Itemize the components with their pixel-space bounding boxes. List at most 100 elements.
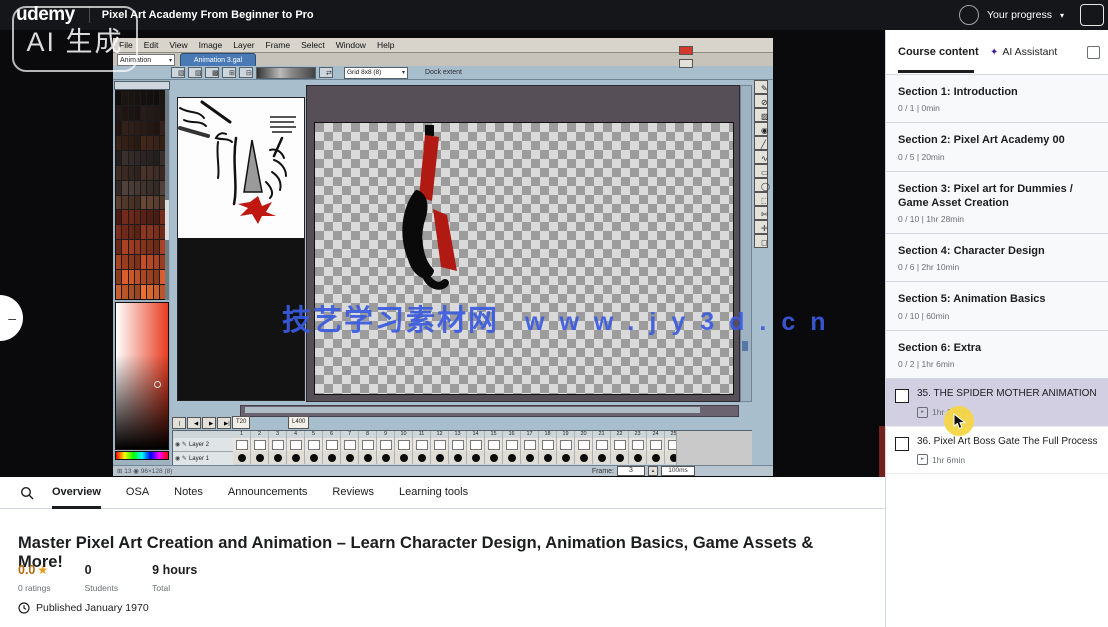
palette-swatch[interactable] <box>129 136 134 150</box>
keyframe-cell[interactable] <box>323 451 341 464</box>
palette-swatch[interactable] <box>122 210 127 224</box>
palette-swatch[interactable] <box>154 255 159 269</box>
frame-duration-input[interactable]: 100ms <box>661 466 695 476</box>
keyframe-cell[interactable] <box>287 451 305 464</box>
palette-swatch[interactable] <box>135 240 140 254</box>
palette-swatch[interactable] <box>147 151 152 165</box>
keyframe-cell[interactable] <box>341 451 359 464</box>
palette-swatch[interactable] <box>147 91 152 105</box>
palette-swatch[interactable] <box>141 255 146 269</box>
palette-swatch[interactable] <box>129 151 134 165</box>
collapse-sidebar-icon[interactable] <box>1087 46 1100 59</box>
detail-tab[interactable]: Announcements <box>228 486 308 500</box>
section-row[interactable]: Section 2: Pixel Art Academy 00 0 / 5 | … <box>886 123 1108 171</box>
palette-swatch[interactable] <box>129 196 134 210</box>
app-menu-item[interactable]: Frame <box>266 40 291 50</box>
keyframe-cell[interactable] <box>413 451 431 464</box>
palette-swatch[interactable] <box>147 225 152 239</box>
palette-swatch[interactable] <box>154 166 159 180</box>
frame-cell[interactable] <box>629 438 647 452</box>
frame-cell[interactable] <box>449 438 467 452</box>
palette-swatch[interactable] <box>122 151 127 165</box>
palette-swatch[interactable] <box>135 166 140 180</box>
keyframe-cell[interactable] <box>575 451 593 464</box>
palette-swatch[interactable] <box>154 196 159 210</box>
frame-cell[interactable] <box>611 438 629 452</box>
palette-swatch[interactable] <box>135 121 140 135</box>
app-menu-item[interactable]: Select <box>301 40 325 50</box>
undo-button[interactable]: ⊞ <box>222 67 236 78</box>
palette-swatch[interactable] <box>154 225 159 239</box>
frame-cell[interactable] <box>485 438 503 452</box>
timeline-options-button[interactable] <box>679 59 693 68</box>
canvas-transparency-grid[interactable] <box>314 122 734 395</box>
palette-swatch[interactable] <box>116 270 121 284</box>
palette-swatch[interactable] <box>141 136 146 150</box>
ellipse-tool[interactable]: ◯ <box>754 178 768 192</box>
palette-swatch[interactable] <box>129 181 134 195</box>
keyframe-cell[interactable] <box>647 451 665 464</box>
palette-swatch[interactable] <box>141 225 146 239</box>
detail-tab[interactable]: Overview <box>52 486 101 500</box>
app-menu-item[interactable]: View <box>169 40 187 50</box>
palette-swatch[interactable] <box>116 151 121 165</box>
line-tool[interactable]: ╱ <box>754 136 768 150</box>
zoom-tool[interactable]: ◻ <box>754 234 768 248</box>
palette-swatch[interactable] <box>154 121 159 135</box>
redo-button[interactable]: ⊟ <box>239 67 253 78</box>
palette-swatch[interactable] <box>122 270 127 284</box>
play-button[interactable]: ▶ <box>202 417 216 429</box>
video-player[interactable]: FileEditViewImageLayerFrameSelectWindowH… <box>0 30 885 477</box>
keyframe-cell[interactable] <box>395 451 413 464</box>
keyframe-cell[interactable] <box>629 451 647 464</box>
palette-swatch[interactable] <box>147 196 152 210</box>
palette-swatch[interactable] <box>122 136 127 150</box>
palette-swatch[interactable] <box>116 121 121 135</box>
keyframe-cell[interactable] <box>305 451 323 464</box>
palette-swatch[interactable] <box>154 91 159 105</box>
hue-slider[interactable] <box>115 451 169 460</box>
palette-swatch[interactable] <box>122 285 127 299</box>
app-menu-item[interactable]: Help <box>377 40 394 50</box>
palette-swatch[interactable] <box>116 285 121 299</box>
frame-cell[interactable] <box>521 438 539 452</box>
app-menu-item[interactable]: Layer <box>233 40 254 50</box>
move-tool[interactable]: ✛ <box>754 220 768 234</box>
fill-tool[interactable]: ▨ <box>754 108 768 122</box>
palette-swatch[interactable] <box>129 121 134 135</box>
frame-cell[interactable] <box>467 438 485 452</box>
curve-tool[interactable]: ∿ <box>754 150 768 164</box>
palette-swatch[interactable] <box>116 196 121 210</box>
palette-swatch[interactable] <box>129 240 134 254</box>
palette-swatch[interactable] <box>147 106 152 120</box>
palette-swatch[interactable] <box>141 121 146 135</box>
search-icon[interactable] <box>20 486 34 500</box>
keyframe-cell[interactable] <box>503 451 521 464</box>
palette-swatch[interactable] <box>141 106 146 120</box>
keyframe-cell[interactable] <box>467 451 485 464</box>
frame-cell[interactable] <box>287 438 305 452</box>
palette-swatch[interactable] <box>122 106 127 120</box>
palette-swatch[interactable] <box>141 151 146 165</box>
frame-cell[interactable] <box>557 438 575 452</box>
keyframe-cell[interactable] <box>521 451 539 464</box>
lecture-row[interactable]: 36. Pixel Art Boss Gate The Full Process… <box>886 427 1108 475</box>
new-button[interactable]: ▧ <box>171 67 185 78</box>
layer-row[interactable]: ◉ ✎ Layer 1 <box>173 452 233 466</box>
tab-course-content[interactable]: Course content <box>898 46 979 58</box>
header-action-button[interactable] <box>1080 4 1104 26</box>
canvas-vertical-scrollbar[interactable] <box>740 85 752 402</box>
save-button[interactable]: ▩ <box>205 67 219 78</box>
keyframe-cell[interactable] <box>539 451 557 464</box>
section-row[interactable]: Section 1: Introduction 0 / 1 | 0min <box>886 75 1108 123</box>
detail-tab[interactable]: Reviews <box>332 486 374 500</box>
palette-swatch[interactable] <box>154 210 159 224</box>
palette-swatch[interactable] <box>135 285 140 299</box>
color-picker-gradient[interactable]: #FF0000 #000000 <box>115 302 169 450</box>
section-row[interactable]: Section 5: Animation Basics 0 / 10 | 60m… <box>886 282 1108 330</box>
keyframe-cell[interactable] <box>557 451 575 464</box>
swap-colors-button[interactable]: ⇄ <box>319 67 333 78</box>
frame-cell[interactable] <box>359 438 377 452</box>
frame-cell[interactable] <box>233 438 251 452</box>
frame-cell[interactable] <box>593 438 611 452</box>
